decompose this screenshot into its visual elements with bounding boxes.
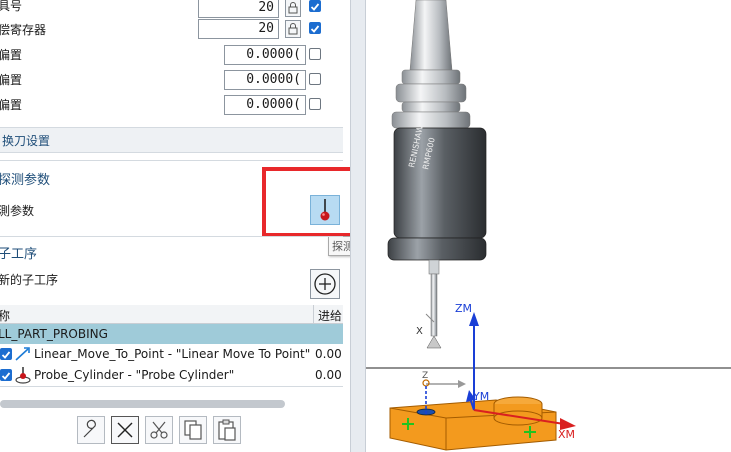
table-row[interactable]: Linear_Move_To_Point - "Linear Move To P…: [0, 344, 343, 364]
col-name-header[interactable]: 称: [0, 307, 10, 324]
highlight-annotation-box: [262, 167, 350, 237]
copy-button[interactable]: [179, 416, 207, 444]
compensation-register-checkbox[interactable]: [309, 22, 321, 34]
compensation-register-label: 偿寄存器: [0, 23, 47, 37]
probe-body: [393, 127, 487, 239]
svg-text:ZM: ZM: [455, 302, 472, 315]
scissors-icon: [150, 421, 168, 439]
tool-taper: [409, 0, 453, 71]
offset-checkbox[interactable]: [309, 48, 321, 60]
tool-change-section-header[interactable]: 换刀设置: [0, 127, 343, 153]
offset-field[interactable]: 0.0000(: [224, 45, 306, 65]
edit-button[interactable]: [77, 416, 105, 444]
probe-section-title: 探测参数: [0, 173, 51, 188]
operation-dialog: 具号 20 偿寄存器 20 偏置 0.0000( 偏置 0.0000( 偏置 0…: [0, 0, 350, 452]
svg-text:XM: XM: [558, 428, 575, 441]
probe-stylus: [430, 273, 438, 337]
delete-button[interactable]: [111, 416, 139, 444]
svg-text:X: X: [416, 326, 423, 337]
tool-number-checkbox[interactable]: [309, 0, 321, 12]
subop-feed-value: 0.00: [315, 368, 342, 382]
divider: [0, 386, 343, 387]
divider: [0, 160, 343, 161]
divider: [0, 236, 343, 237]
probe-params-label: 測参数: [0, 204, 35, 218]
probe-cylinder-icon: [15, 367, 31, 384]
compensation-register-row: 偿寄存器 20: [0, 18, 350, 42]
offset-label: 偏置: [0, 48, 23, 62]
subop-feed-value: 0.00: [315, 347, 342, 361]
table-group-row[interactable]: LL_PART_PROBING: [0, 324, 343, 344]
subop-name: Linear_Move_To_Point - "Linear Move To P…: [34, 347, 311, 361]
subop-table-header: 称 进给: [0, 305, 343, 324]
cut-button[interactable]: [145, 416, 173, 444]
tool-number-field[interactable]: 20: [198, 0, 279, 18]
plus-circle-icon: [314, 273, 336, 295]
offset-row-3: 偏置 0.0000(: [0, 93, 350, 117]
offset-field[interactable]: 0.0000(: [224, 95, 306, 115]
linear-move-icon: [15, 347, 30, 361]
copy-icon: [184, 420, 202, 440]
wrench-icon: [83, 419, 96, 438]
compensation-register-field[interactable]: 20: [198, 19, 279, 39]
offset-checkbox[interactable]: [309, 73, 321, 85]
horizontal-scrollbar[interactable]: [0, 400, 285, 408]
lock-icon[interactable]: [285, 20, 301, 38]
paste-button[interactable]: [213, 416, 241, 444]
paste-icon: [218, 419, 236, 441]
subop-name: Probe_Cylinder - "Probe Cylinder": [34, 368, 235, 382]
row-checkbox[interactable]: [0, 348, 12, 360]
offset-checkbox[interactable]: [309, 98, 321, 110]
svg-text:YM: YM: [472, 390, 489, 403]
panel-splitter[interactable]: [350, 0, 366, 452]
tool-number-label: 具号: [0, 0, 23, 13]
offset-row-2: 偏置 0.0000(: [0, 68, 350, 92]
add-subop-button[interactable]: [310, 269, 340, 299]
offset-row-1: 偏置 0.0000(: [0, 43, 350, 67]
tool-number-row: 具号 20: [0, 0, 350, 18]
table-row[interactable]: Probe_Cylinder - "Probe Cylinder" 0.00: [0, 365, 343, 385]
close-icon: [117, 422, 133, 438]
row-checkbox[interactable]: [0, 369, 12, 381]
tool-change-section-title: 换刀设置: [2, 134, 51, 148]
lock-icon[interactable]: [285, 0, 301, 17]
new-subop-label: 新的子工序: [0, 273, 59, 287]
group-name: LL_PART_PROBING: [0, 327, 108, 341]
offset-label: 偏置: [0, 98, 23, 112]
probe-scene: RENISHAW RMP600 X Z ZM YM XM: [366, 0, 731, 451]
subop-section-title: 子工序: [0, 247, 38, 262]
offset-field[interactable]: 0.0000(: [224, 70, 306, 90]
svg-text:Z: Z: [422, 371, 428, 381]
graphics-viewport[interactable]: RENISHAW RMP600 X Z ZM YM XM: [366, 0, 731, 452]
col-feed-header[interactable]: 进给: [313, 305, 343, 323]
probe-parameters-tooltip: 探测参数: [328, 236, 350, 256]
offset-label: 偏置: [0, 73, 23, 87]
